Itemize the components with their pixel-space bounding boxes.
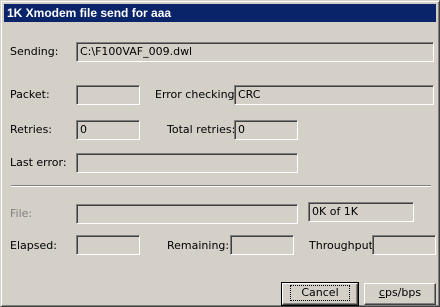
file-status-field: 0K of 1K — [308, 202, 414, 222]
total-retries-label: Total retries: — [167, 123, 236, 136]
total-retries-field: 0 — [234, 120, 298, 140]
throughput-label: Throughput: — [309, 239, 377, 252]
packet-field — [76, 85, 140, 105]
elapsed-field — [76, 235, 140, 255]
xmodem-send-dialog: 1K Xmodem file send for aaa Sending: C:\… — [0, 0, 440, 307]
last-error-label: Last error: — [10, 156, 67, 169]
remaining-field — [230, 235, 294, 255]
title-bar: 1K Xmodem file send for aaa — [4, 4, 436, 22]
cancel-button-label: Cancel — [290, 285, 350, 301]
cps-bps-button-label: cps/bps — [378, 286, 422, 299]
packet-label: Packet: — [10, 88, 50, 101]
retries-field: 0 — [76, 120, 140, 140]
cps-bps-button[interactable]: cps/bps — [364, 283, 436, 305]
elapsed-label: Elapsed: — [10, 239, 57, 252]
throughput-field — [372, 235, 436, 255]
error-checking-label: Error checking: — [155, 88, 239, 101]
sending-label: Sending: — [10, 45, 59, 58]
file-progress-bar — [76, 204, 298, 224]
last-error-field — [76, 153, 298, 173]
remaining-label: Remaining: — [167, 239, 230, 252]
separator — [11, 185, 431, 187]
error-checking-field: CRC — [234, 85, 434, 105]
sending-field: C:\F100VAF_009.dwl — [76, 42, 434, 62]
cancel-button[interactable]: Cancel — [281, 282, 359, 306]
file-label: File: — [10, 207, 33, 220]
window-title: 1K Xmodem file send for aaa — [7, 6, 172, 20]
retries-label: Retries: — [10, 123, 53, 136]
